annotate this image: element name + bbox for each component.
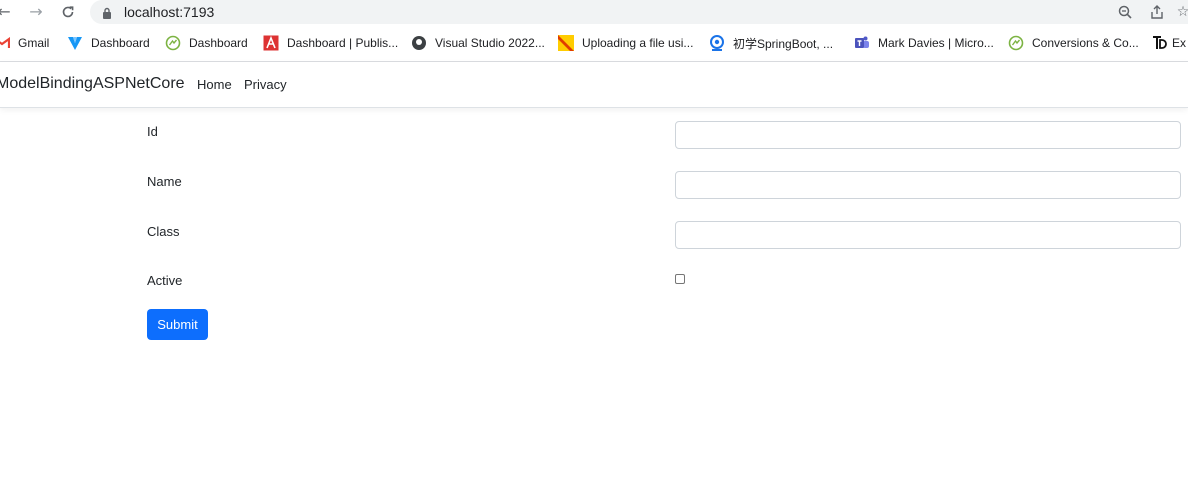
browser-toolbar: ← → localhost:7193 ☆: [0, 0, 1188, 24]
share-icon[interactable]: [1148, 3, 1166, 21]
bookmark-label: Mark Davies | Micro...: [878, 36, 994, 50]
bookmark-item[interactable]: Gmail: [0, 30, 49, 56]
nav-link-privacy[interactable]: Privacy: [244, 77, 287, 92]
class-label: Class: [147, 224, 180, 239]
bookmark-label: Dashboard | Publis...: [287, 36, 399, 50]
name-label: Name: [147, 174, 182, 189]
bookmark-item[interactable]: Mark Davies | Micro...: [854, 30, 994, 56]
gmail-icon: [0, 35, 10, 51]
bookmark-label: Dashboard: [91, 36, 150, 50]
teams-icon: [854, 35, 870, 51]
bookmark-item[interactable]: 初学SpringBoot, ...: [709, 30, 833, 56]
bookmark-label: Gmail: [18, 36, 50, 50]
back-arrow-icon[interactable]: ←: [0, 2, 14, 22]
conversions-icon: [165, 35, 181, 51]
bookmark-label: Dashboard: [189, 36, 248, 50]
bookmark-item[interactable]: Dashboard: [67, 30, 150, 56]
bookmark-item[interactable]: Dashboard | Publis...: [263, 30, 398, 56]
navbar-brand[interactable]: ModelBindingASPNetCore: [0, 75, 185, 93]
address-bar[interactable]: localhost:7193 ☆: [90, 0, 1188, 24]
bookmark-item[interactable]: Conversions & Co...: [1008, 30, 1139, 56]
bookmark-label: Visual Studio 2022...: [435, 36, 545, 50]
stackoverflow-icon: [558, 35, 574, 51]
github-icon: [411, 35, 427, 51]
app-navbar: ModelBindingASPNetCore Home Privacy: [0, 62, 1188, 108]
id-input[interactable]: [675, 121, 1181, 149]
name-input[interactable]: [675, 171, 1181, 199]
bookmark-label: Uploading a file usi...: [582, 36, 694, 50]
td-icon: [1152, 35, 1168, 51]
lock-icon: [102, 6, 112, 19]
zoom-icon[interactable]: [1116, 3, 1134, 21]
reload-icon[interactable]: [58, 2, 78, 22]
bookmark-label: Conversions & Co...: [1032, 36, 1139, 50]
avatar-icon: [709, 35, 725, 51]
nav-link-home[interactable]: Home: [197, 77, 232, 92]
bookmark-star-icon[interactable]: ☆: [1174, 3, 1188, 21]
forward-arrow-icon[interactable]: →: [26, 2, 46, 22]
bookmarks-bar: Gmail Dashboard Dashboard Dashboard | Pu…: [0, 30, 1188, 56]
bookmark-item[interactable]: Uploading a file usi...: [558, 30, 693, 56]
vuetify-icon: [67, 35, 83, 51]
conversions-icon: [1008, 35, 1024, 51]
active-label: Active: [147, 273, 183, 288]
bookmark-item[interactable]: Ex: [1152, 30, 1186, 56]
id-label: Id: [147, 124, 158, 139]
bookmark-item[interactable]: Dashboard: [165, 30, 248, 56]
bookmark-label: Ex: [1172, 36, 1187, 50]
bookmark-label: 初学SpringBoot, ...: [733, 36, 834, 51]
class-input[interactable]: [675, 221, 1181, 249]
active-checkbox[interactable]: [675, 274, 685, 284]
bookmark-item[interactable]: Visual Studio 2022...: [411, 30, 545, 56]
url-text[interactable]: localhost:7193: [124, 3, 214, 21]
submit-button[interactable]: Submit: [147, 309, 208, 340]
angular-icon: [263, 35, 279, 51]
